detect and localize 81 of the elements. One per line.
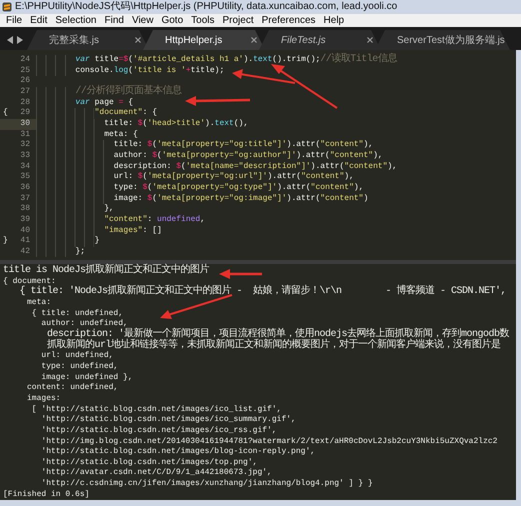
console-line: content: undefined, [26, 383, 118, 392]
console-line: type: undefined, [40, 362, 118, 371]
console-line: { title: undefined, [30, 308, 124, 318]
console-line: { document: [3, 276, 56, 286]
fold-marker[interactable]: { [3, 108, 8, 119]
line-number: 25 [20, 66, 30, 76]
line-number: 40 [20, 226, 30, 236]
menu-item[interactable]: File [2, 14, 26, 27]
console-line: 'http://static.blog.csdn.net/images/top.png', [40, 458, 258, 467]
console-line: 'http://static.blog.csdn.net/images/ico_summary.gif', [40, 415, 296, 424]
line-number: 26 [20, 76, 30, 87]
console-line: 'http://avatar.csdn.net/C/D/9/1_a442180673.jpg', [40, 468, 272, 478]
menu-item[interactable]: Edit [26, 14, 52, 27]
line-number: 36 [20, 182, 30, 194]
code-line: url: $('meta[property="og:url"]').attr("content"), [114, 172, 354, 182]
arrow [185, 96, 250, 106]
close-icon[interactable] [135, 37, 141, 43]
code-line: title: $('head>title').text(), [104, 118, 248, 128]
code-line: } [94, 236, 100, 246]
fold-marker[interactable]: } [3, 236, 8, 247]
console-line: { title: 'NodeJs抓取新闻正文和正文中的图片 - 姑娘，请留步！\r\n - 博客频道 - CSDN.NET', [18, 286, 506, 298]
code-line: console.log('title is '+title); [75, 66, 224, 75]
code-line: type: $('meta[property="og:type"]').attr("content"), [114, 182, 364, 192]
line-number: 31 [20, 130, 30, 140]
line-number: 33 [20, 150, 30, 162]
console-line: url: undefined, [40, 351, 114, 360]
close-icon[interactable] [251, 37, 257, 43]
code-line: "images": [] [104, 226, 162, 234]
window-title: E:\PHPUtility\NodeJS代码\HttpHelper.js (PHPUtility, data.xuncaibao.com, lead.yooli.co [15, 0, 398, 14]
code-line: //分析得到页面基本信息 [75, 86, 182, 96]
code-line: meta: { [104, 130, 138, 139]
code-line: author: $('meta[property="og:author"]').attr("content"), [114, 150, 383, 160]
code-line: "document": { [94, 108, 158, 118]
line-number: 24 [20, 55, 30, 66]
app-icon [2, 2, 12, 12]
tab-scroll-right-icon[interactable] [17, 36, 23, 44]
line-number: 29 [20, 108, 30, 119]
line-number: 38 [20, 204, 30, 215]
console-line: [ 'http://static.blog.csdn.net/images/ico_list.gif', [30, 404, 282, 414]
code-line: "content": undefined, [104, 214, 206, 224]
arrow [219, 269, 262, 279]
line-number: 41 [20, 236, 30, 247]
tab[interactable]: ServerTest做为服务端.js [375, 30, 510, 50]
console-line: title is NodeJs抓取新闻正文和正文中的图片 [3, 265, 210, 276]
menu-item[interactable]: Tools [187, 14, 218, 27]
menu-item[interactable]: Project [218, 14, 258, 27]
line-number: 27 [20, 86, 30, 98]
code-line: image: $('meta[property="og:image"]').attr("content") [114, 194, 368, 203]
menu-item[interactable]: Preferences [258, 14, 320, 27]
line-number: 37 [20, 194, 30, 204]
close-icon[interactable] [367, 37, 373, 43]
console-line: 'http://img.blog.csdn.net/20140304161944781?watermark/2/text/aHR0cDovL2Jsb2cuY3Nkbi5uZXQva2lzc2 [40, 436, 498, 446]
console-line: 抓取新闻的url地址和链接等等，未抓取新闻正文和新闻的概要图片，对于一个新闻客户端来说，没有图片是 [46, 340, 501, 351]
menu-item[interactable]: Find [100, 14, 128, 27]
line-number: 34 [20, 162, 30, 172]
console-line: 'http://static.blog.csdn.net/images/blog-icon-reply.png', [40, 447, 316, 456]
console-line: 'http://c.csdnimg.cn/jifen/images/xunzhang/jianzhang/blog4.png' ] } } [40, 479, 373, 488]
line-number: 32 [20, 140, 30, 151]
line-number: 39 [20, 214, 30, 226]
code-line: }; [75, 246, 85, 256]
line-number: 28 [20, 98, 30, 108]
code-line: }, [104, 204, 114, 214]
line-number: 35 [20, 172, 30, 183]
menu-item[interactable]: Selection [51, 14, 100, 27]
menu-item[interactable]: Goto [157, 14, 188, 27]
menu-item[interactable]: View [128, 14, 158, 27]
tab-scroll-left-icon[interactable] [7, 36, 13, 44]
console-line: meta: [26, 298, 52, 307]
console-line: description: '最新做一个新闻项目，项目流程很简单，使用nodejs去网络上面抓取新闻，存到mongodb数 [46, 328, 510, 340]
console-line: images: [26, 394, 61, 403]
code-line: title: $('meta[property="og:title"]').attr("content"), [114, 140, 374, 150]
console-line: image: undefined }, [40, 372, 133, 382]
code-line: var page = { [75, 98, 134, 107]
code-line: var title=$('#article_details h1 a').text().trim();//读取Title信息 [75, 55, 397, 64]
console-line: author: undefined, [40, 319, 128, 328]
line-number: 42 [20, 246, 30, 258]
console-line: 'http://static.blog.csdn.net/images/ico_rss.gif', [40, 426, 277, 435]
code-line: description: $('meta[name="description"]').attr("content"), [114, 162, 398, 171]
menu-item[interactable]: Help [320, 14, 348, 27]
line-number: 30 [20, 118, 30, 130]
console-line: [Finished in 0.6s] [3, 490, 90, 499]
